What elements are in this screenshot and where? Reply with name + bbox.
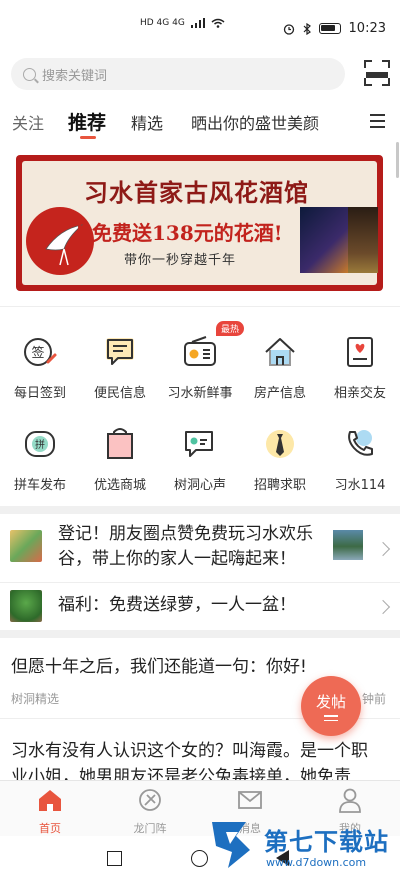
user-icon (339, 788, 361, 813)
grid-label: 优选商城 (93, 478, 146, 493)
news-text: 福利：免费送绿萝，一人一盆！ (58, 595, 296, 615)
divider (0, 306, 400, 307)
grid-label: 便民信息 (93, 386, 146, 401)
new-post-label: 发帖 (315, 693, 346, 711)
grid-label: 招聘求职 (253, 478, 306, 493)
grid-item-jobs[interactable]: 招聘求职 (240, 426, 320, 510)
tie-icon (266, 430, 294, 458)
section-divider (0, 630, 400, 638)
grid-item-114[interactable]: 习水114 (320, 426, 400, 510)
category-tabs: 关注 推荐 精选 晒出你的盛世美颜 (0, 100, 400, 144)
grid-label: 相亲交友 (333, 386, 386, 401)
status-bar: HD 4G 4G 10:23 (0, 0, 400, 50)
message-icon (106, 338, 134, 365)
alarm-icon (283, 23, 294, 35)
battery-icon (318, 23, 341, 34)
scan-icon[interactable] (364, 60, 390, 86)
d7down-logo-icon (212, 822, 250, 868)
menu-icon[interactable] (370, 114, 385, 128)
nav-home[interactable]: 首页 (20, 787, 80, 836)
scrollbar[interactable] (396, 142, 399, 178)
section-divider (0, 506, 400, 514)
news-picture (333, 530, 363, 560)
tab-recommend[interactable]: 推荐 (68, 108, 106, 135)
banner-tagline: 带你一秒穿越千年 (124, 253, 237, 268)
status-indicators-text: HD 4G 4G (140, 18, 185, 28)
watermark-url: www.d7down.com (266, 856, 367, 869)
grid-item-daily-sign[interactable]: 签 每日签到 (0, 334, 80, 418)
banner-inner: 习水首家古风花酒馆 免费送138元的花酒! 带你一秒穿越千年 (22, 161, 378, 285)
car-icon: 拼 (25, 431, 55, 457)
grid-item-tree-hole[interactable]: 树洞心声 (160, 426, 240, 510)
svg-text:签: 签 (31, 345, 44, 361)
grid-item-mall[interactable]: 优选商城 (80, 426, 160, 510)
equals-icon (324, 715, 338, 721)
new-post-button[interactable]: 发帖 (301, 676, 361, 736)
heart-card-icon (347, 337, 373, 367)
news-thumbnail (10, 590, 42, 622)
wifi-icon (211, 18, 225, 28)
home-icon (39, 790, 61, 811)
search-input[interactable]: 搜索关键词 (11, 58, 345, 90)
mail-icon (238, 791, 262, 809)
grid-item-dating[interactable]: 相亲交友 (320, 334, 400, 418)
banner-offer: 免费送138元的花酒! (92, 221, 283, 245)
post-source: 树洞精选 (11, 692, 60, 706)
grid-label: 房产信息 (253, 386, 306, 401)
tab-show-beauty[interactable]: 晒出你的盛世美颜 (191, 110, 319, 134)
grid-item-convenience[interactable]: 便民信息 (80, 334, 160, 418)
radio-icon (184, 336, 216, 366)
promo-banner[interactable]: 习水首家古风花酒馆 免费送138元的花酒! 带你一秒穿越千年 (16, 155, 383, 291)
tab-follow[interactable]: 关注 (12, 110, 44, 134)
phone-icon (348, 430, 373, 456)
watermark-name: 第七下载站 (264, 828, 389, 856)
chat-bubble-icon (185, 431, 213, 457)
chevron-right-icon (375, 599, 391, 615)
news-text: 登记！朋友圈点赞免费玩习水欢乐 谷，带上你的家人一起嗨起来！ (58, 524, 313, 569)
site-watermark: 第七下载站 www.d7down.com (206, 816, 400, 880)
news-item[interactable]: 登记！朋友圈点赞免费玩习水欢乐 谷，带上你的家人一起嗨起来！ (0, 518, 400, 580)
search-row: 搜索关键词 (0, 54, 400, 94)
grid-label: 习水114 (334, 478, 386, 493)
grid-label: 拼车发布 (13, 478, 66, 493)
grid-item-news[interactable]: 习水新鲜事 (160, 334, 240, 418)
grid-item-housing[interactable]: 房产信息 (240, 334, 320, 418)
search-placeholder: 搜索关键词 (42, 68, 108, 84)
banner-photo-drink (300, 207, 348, 273)
status-right: 10:23 (283, 21, 386, 36)
svg-text:拼: 拼 (35, 438, 45, 451)
post-title[interactable]: 但愿十年之后，我们还能道一句：你好! (11, 654, 307, 680)
shopping-bag-icon (107, 428, 133, 459)
recent-apps-icon[interactable] (107, 851, 122, 866)
nav-longmenzhen[interactable]: 龙门阵 (120, 787, 180, 836)
chevron-right-icon (375, 541, 391, 557)
house-icon (265, 338, 295, 366)
grid-label: 树洞心声 (173, 478, 226, 493)
signal-indicators: HD 4G 4G (140, 18, 225, 28)
banner-title: 习水首家古风花酒馆 (84, 178, 309, 207)
banner-photo-tea (348, 207, 378, 273)
grid-label: 每日签到 (13, 386, 66, 401)
sign-in-icon: 签 (24, 338, 57, 366)
clock: 10:23 (348, 21, 386, 36)
news-item[interactable]: 福利：免费送绿萝，一人一盆！ (0, 584, 400, 628)
tab-featured[interactable]: 精选 (131, 110, 163, 134)
crane-icon (45, 224, 84, 266)
divider (0, 582, 400, 583)
compass-icon (139, 789, 161, 811)
grid-label: 习水新鲜事 (167, 386, 233, 401)
signal-icon (190, 18, 205, 28)
bluetooth-icon (303, 22, 311, 35)
active-tab-indicator (80, 136, 96, 139)
grid-item-carpool[interactable]: 拼 拼车发布 (0, 426, 80, 510)
search-icon (23, 67, 36, 81)
post-time: 钟前 (362, 692, 387, 706)
news-thumbnail (10, 530, 42, 562)
